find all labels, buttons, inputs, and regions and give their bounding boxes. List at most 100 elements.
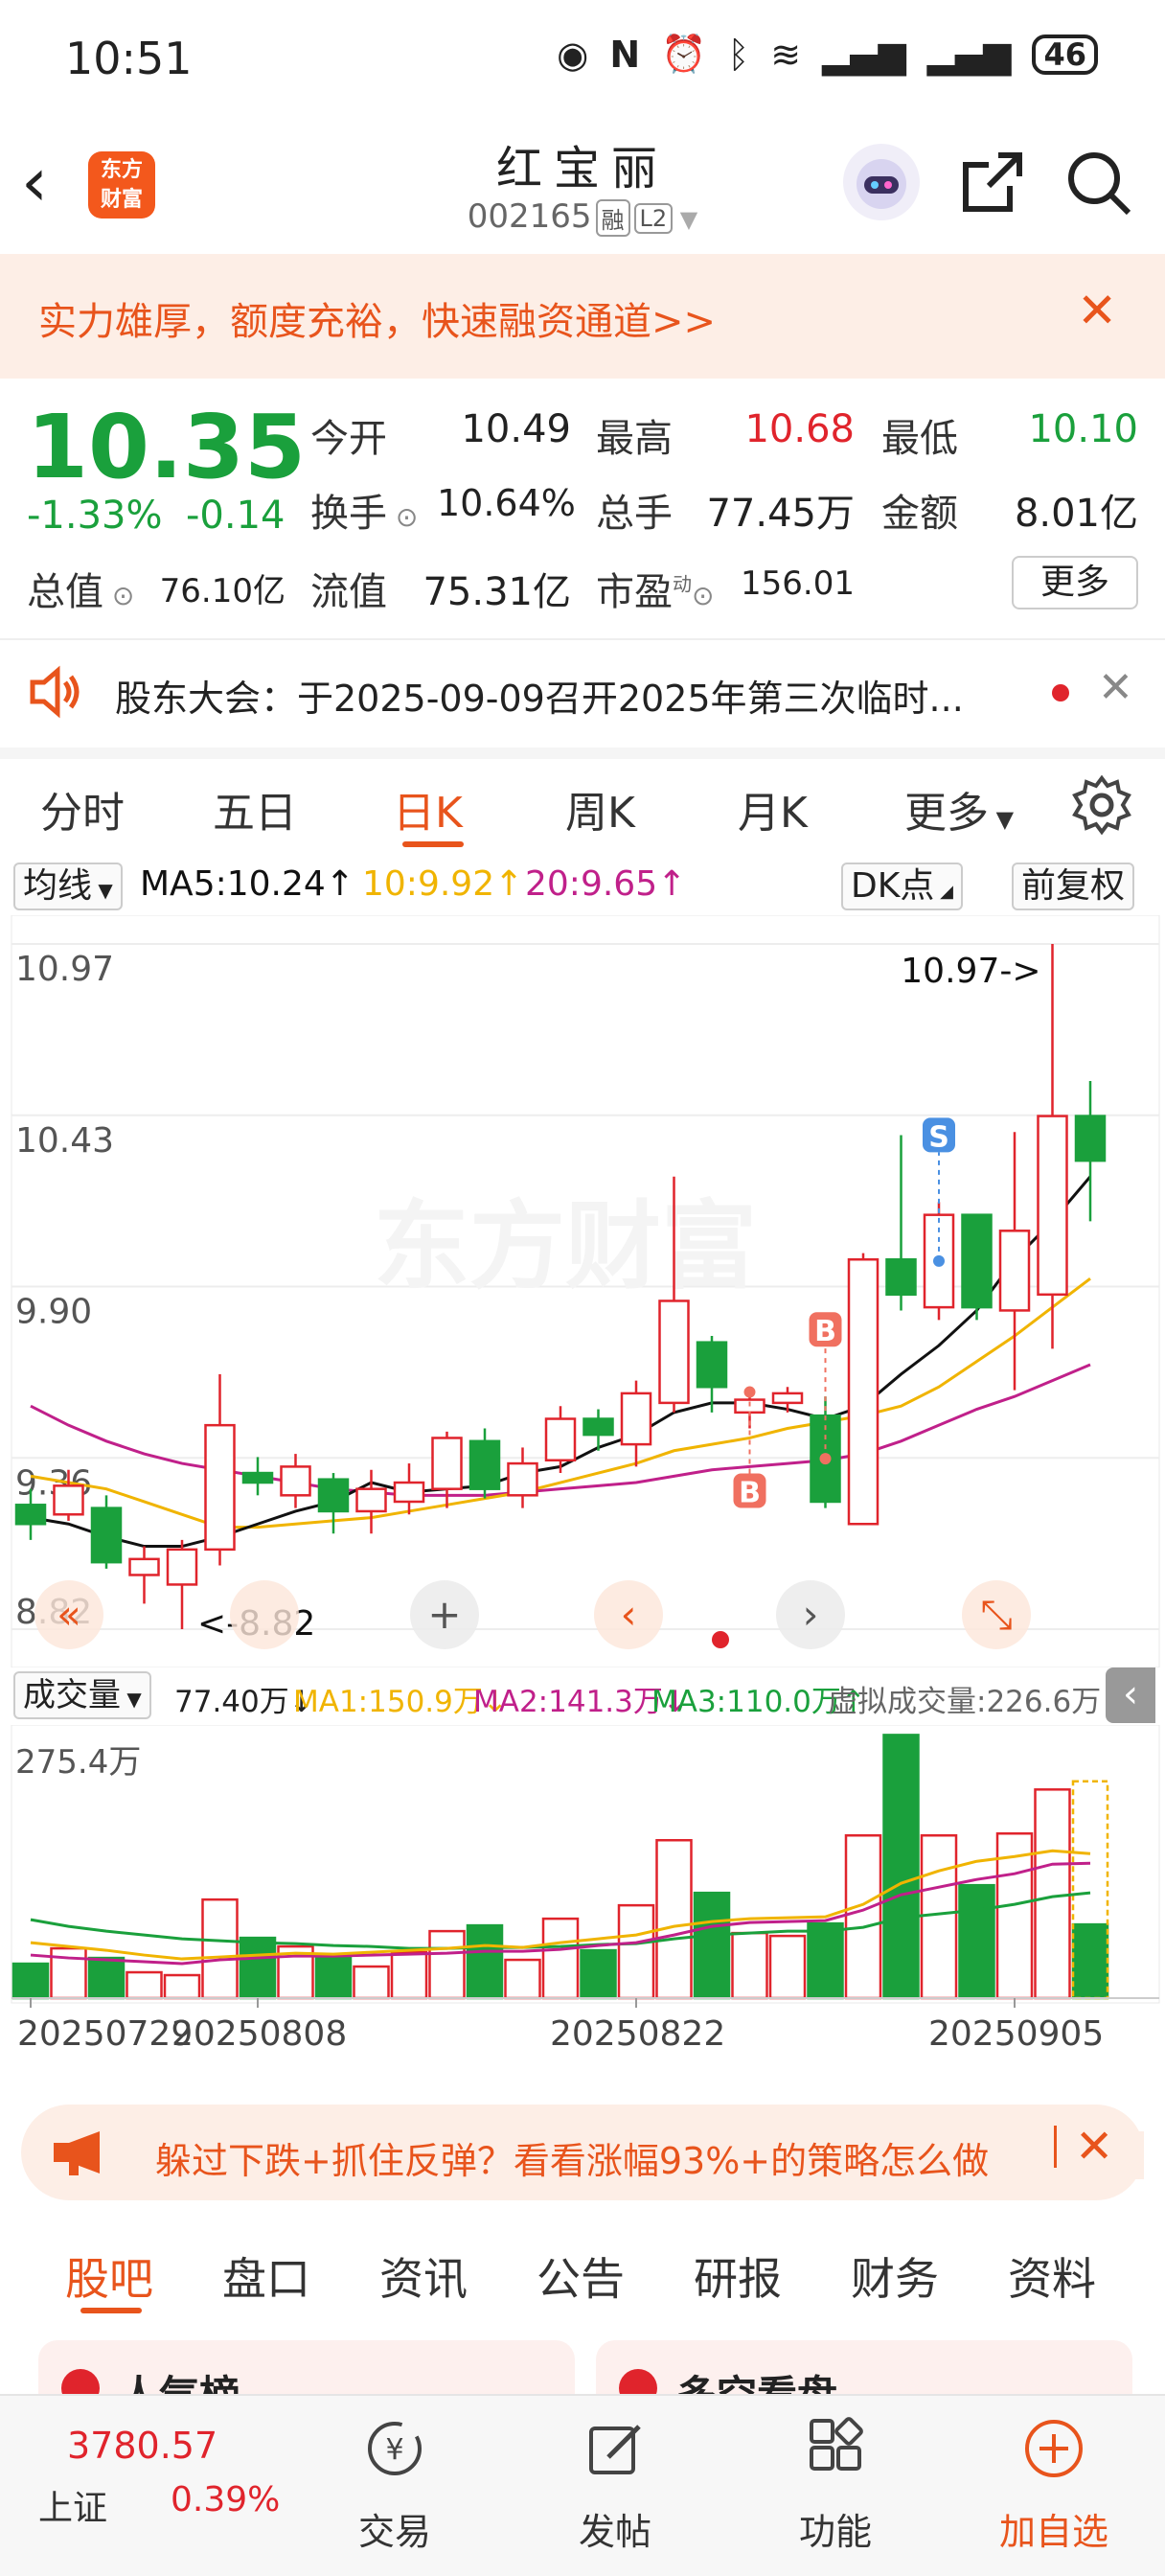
zoom-in-icon[interactable]: + [410,1580,479,1649]
prev-icon[interactable]: ‹ [594,1580,663,1649]
volume-selector[interactable]: 成交量 ▼ [13,1671,151,1719]
candle-body-up [53,1484,84,1516]
turnover-label-text: 换手 [310,492,387,536]
kline-chart[interactable]: 10.9710.439.909.368.82东方财富10.97-><-8.82B… [0,915,1165,1668]
speaker-icon [30,665,80,719]
tab-more[interactable]: 更多 ▼ [904,778,1014,840]
low-value: 10.10 [1028,407,1138,451]
nav-trade[interactable]: ¥ 交易 [337,2415,452,2555]
trade-icon: ¥ [368,2422,422,2475]
tab-announcements[interactable]: 公告 [537,2244,625,2308]
dk-point-selector[interactable]: DK点 ◢ [841,862,963,910]
marker-dot [819,1453,832,1465]
volume-chart[interactable]: 275.4万 [0,1725,1165,2012]
alarm-icon: ⏰ [661,33,707,75]
assistant-robot-icon[interactable] [843,144,920,220]
close-icon[interactable]: ✕ [1077,283,1117,338]
volume-bar-up [731,1931,768,2000]
feature-cards: 人气榜 多空看盘 [0,2325,1165,2402]
volume-bar-down [958,1883,995,2000]
volume-bar-down [1071,1922,1109,2000]
volume-bar-down [807,1921,844,2000]
status-icons: ◉ N ⏰ ᛒ ≋ ▂▄▆ ▂▄▆ 46 [557,33,1098,76]
x-date-label: 20250808 [171,2014,348,2054]
low-label: 最低 [881,417,958,461]
turnover-value: 10.64% [437,482,576,524]
tab-daily-k[interactable]: 日K [393,778,463,840]
candle-body-up [620,1392,652,1446]
strategy-banner[interactable]: 躲过下跌+抓住反弹？看看涨幅93%+的策略怎么做 ✕ [21,2104,1144,2200]
index-name[interactable]: 上证 [38,2480,107,2530]
tab-profile[interactable]: 资料 [1008,2244,1096,2308]
mktcap-label-text: 总值 [27,570,103,614]
candle-body-down [1074,1115,1107,1162]
strategy-banner-text: 躲过下跌+抓住反弹？看看涨幅93%+的策略怎么做 [155,2140,990,2182]
float-label: 流值 [310,570,387,614]
nav-post[interactable]: 发帖 [558,2415,673,2555]
pe-label: 市盈动⊙ [596,561,714,616]
tab-weekly-k[interactable]: 周K [565,778,635,840]
volume-bar-down [882,1734,920,2000]
nav-functions[interactable]: 功能 [778,2415,893,2555]
info-icon[interactable]: ⊙ [387,501,418,533]
financing-banner[interactable]: 实力雄厚，额度充裕，快速融资通道>> ✕ [0,254,1165,379]
info-icon[interactable]: ⊙ [692,580,714,611]
x-date-label: 20250822 [550,2014,726,2054]
tab-pankou[interactable]: 盘口 [222,2244,310,2308]
nav-add-watchlist[interactable]: 加自选 [987,2415,1121,2555]
index-change[interactable]: 0.39% [171,2480,280,2519]
candle-body-up [507,1461,538,1497]
ma-selector[interactable]: 均线 ▼ [13,862,123,910]
candle-body-down [885,1257,917,1297]
chevron-down-icon: ▼ [989,806,1015,833]
tab-monthly-k[interactable]: 月K [738,778,808,840]
candle-body-up [280,1465,311,1497]
y-tick-label: 9.90 [15,1293,92,1332]
adjust-selector[interactable]: 前复权 [1012,862,1135,910]
volume-bar-up [353,1965,390,2000]
bull-bear-card[interactable]: 多空看盘 [596,2340,1132,2402]
fullscreen-icon[interactable]: ⤡ [962,1580,1031,1649]
candle-body-up [355,1487,387,1513]
volume-bar-up [1034,1788,1071,2000]
candle [847,1253,879,1526]
volume-bar-up [920,1833,958,2000]
collapse-panel-icon[interactable]: ‹ [1106,1668,1155,1723]
tab-news[interactable]: 资讯 [379,2244,468,2308]
next-icon[interactable]: › [776,1580,845,1649]
info-icon[interactable]: ⊙ [103,580,134,611]
candle-body-up [998,1230,1031,1312]
info-tabs: 股吧 盘口 资讯 公告 研报 财务 资料 [0,2216,1165,2321]
candle-body-down [241,1471,274,1484]
dropdown-icon: ▼ [92,879,113,902]
open-label: 今开 [310,417,387,461]
popularity-card[interactable]: 人气榜 [38,2340,575,2402]
volume-label: 总手 [596,492,673,536]
watermark: 东方财富 [374,1190,757,1302]
close-icon[interactable]: ✕ [1075,2120,1113,2174]
high-label: 最高 [596,417,673,461]
tab-intraday[interactable]: 分时 [40,778,125,840]
volume-selector-label: 成交量 [23,1676,121,1714]
close-icon[interactable]: ✕ [1098,663,1133,712]
gear-icon[interactable] [1071,774,1132,836]
control-button-bg [230,1580,299,1649]
search-icon[interactable] [1063,148,1134,218]
rewind-icon[interactable]: « [34,1580,103,1649]
edit-icon [589,2425,641,2474]
chart-period-tabs: 分时 五日 日K 周K 月K 更多 ▼ [0,751,1165,857]
share-icon[interactable] [956,148,1027,218]
ma-selector-label: 均线 [23,866,93,906]
index-value[interactable]: 3780.57 [67,2425,217,2467]
tab-research[interactable]: 研报 [694,2244,782,2308]
candle-body-up [204,1423,236,1552]
zoom-out-icon[interactable] [230,1580,299,1649]
tab-five-day[interactable]: 五日 [213,778,297,840]
grid-icon [810,2417,863,2471]
more-button[interactable]: 更多 [1012,556,1138,610]
candle [961,1213,993,1321]
y-tick-label: 10.43 [15,1121,114,1161]
tab-guba[interactable]: 股吧 [65,2244,153,2308]
notice-bar[interactable]: 股东大会：于2025-09-09召开2025年第三次临时... ✕ [0,640,1165,746]
tab-finance[interactable]: 财务 [851,2244,939,2308]
